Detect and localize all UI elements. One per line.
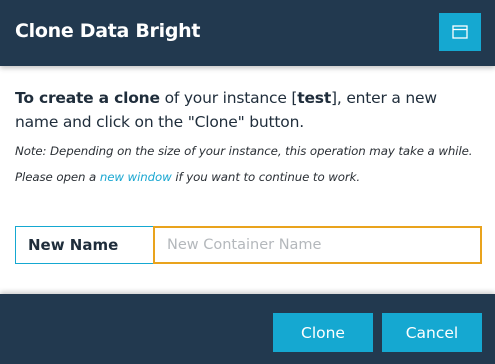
dialog-footer: Clone Cancel xyxy=(0,294,495,364)
window-icon xyxy=(452,25,468,39)
dialog-title: Clone Data Bright xyxy=(15,20,201,42)
dialog-body: To create a clone of your instance [test… xyxy=(0,66,495,294)
intro-bold-lead: To create a clone xyxy=(15,89,160,107)
instance-name: test xyxy=(297,89,332,107)
clone-button[interactable]: Clone xyxy=(273,313,373,352)
intro-text: To create a clone of your instance [test… xyxy=(15,86,483,134)
new-window-link[interactable]: new window xyxy=(100,170,172,184)
note-part2: if you want to continue to work. xyxy=(171,170,361,184)
dialog-header: Clone Data Bright xyxy=(0,0,495,66)
cancel-button[interactable]: Cancel xyxy=(382,313,482,352)
note-text: Note: Depending on the size of your inst… xyxy=(15,138,485,190)
intro-part1: of your instance [ xyxy=(159,89,298,107)
new-name-input[interactable] xyxy=(153,226,482,264)
open-window-button[interactable] xyxy=(439,13,481,51)
new-name-label: New Name xyxy=(15,226,153,264)
clone-dialog: Clone Data Bright To create a clone of y… xyxy=(0,0,495,364)
new-name-field-row: New Name xyxy=(15,226,482,264)
